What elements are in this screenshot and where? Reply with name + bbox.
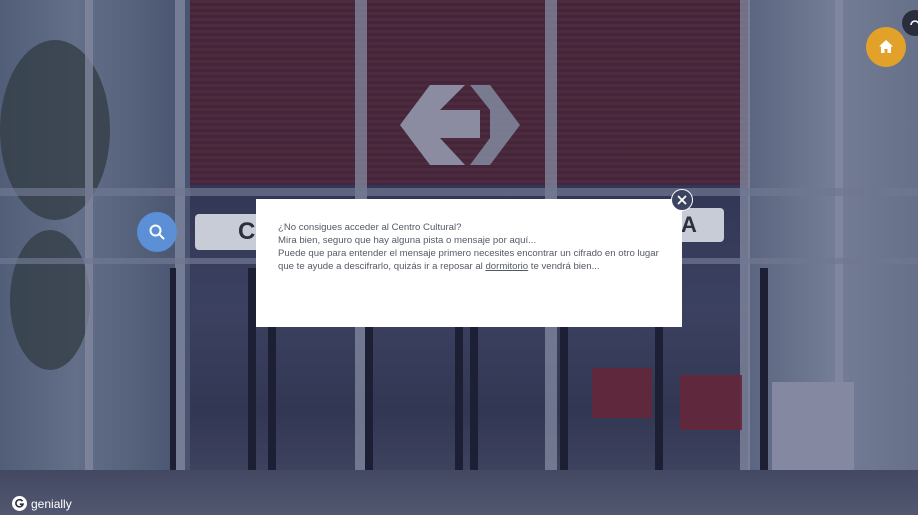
hint-dialog: ¿No consigues acceder al Centro Cultural…	[256, 199, 682, 327]
search-button[interactable]	[137, 212, 177, 252]
genially-logo-icon	[12, 496, 27, 511]
home-button[interactable]	[866, 27, 906, 67]
dialog-line-1: ¿No consigues acceder al Centro Cultural…	[278, 222, 462, 233]
corner-icon	[910, 20, 918, 26]
search-icon	[149, 224, 165, 240]
dialog-text-before-link: Puede que para entender el mensaje prime…	[278, 248, 659, 272]
sign-right-letter: A	[681, 212, 697, 237]
home-icon	[879, 40, 893, 53]
close-dialog-button[interactable]	[671, 189, 693, 211]
dormitorio-link[interactable]: dormitorio	[485, 261, 528, 272]
genially-brand[interactable]: genially	[12, 496, 72, 511]
brand-name: genially	[31, 496, 72, 511]
dialog-line-3: Puede que para entender el mensaje prime…	[278, 247, 660, 273]
sign-left-letter: C	[238, 218, 256, 245]
dialog-line-2: Mira bien, seguro que hay alguna pista o…	[278, 235, 537, 246]
dialog-text-after-link: te vendrá bien...	[528, 261, 600, 272]
close-icon	[677, 195, 687, 205]
